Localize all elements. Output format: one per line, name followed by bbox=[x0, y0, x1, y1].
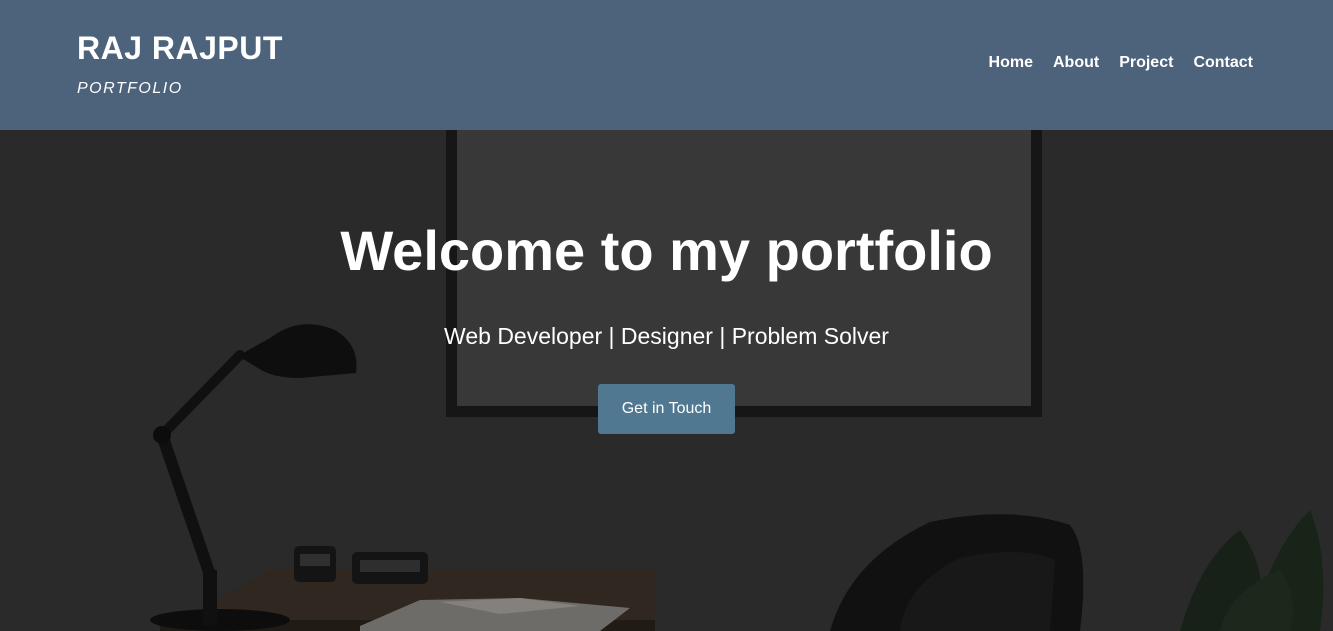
get-in-touch-button[interactable]: Get in Touch bbox=[597, 384, 736, 434]
nav-project-link[interactable]: Project bbox=[1119, 53, 1173, 73]
nav-contact-link[interactable]: Contact bbox=[1193, 53, 1253, 73]
brand: RAJ RAJPUT PORTFOLIO bbox=[77, 30, 283, 98]
hero-title: Welcome to my portfolio bbox=[340, 219, 993, 282]
nav-about-link[interactable]: About bbox=[1053, 53, 1099, 73]
brand-name[interactable]: RAJ RAJPUT bbox=[77, 30, 283, 66]
hero-content: Welcome to my portfolio Web Developer | … bbox=[0, 130, 1333, 434]
hero-subtitle: Web Developer | Designer | Problem Solve… bbox=[444, 323, 889, 349]
nav-home-link[interactable]: Home bbox=[989, 53, 1033, 73]
main-nav: Home About Project Contact bbox=[989, 53, 1253, 73]
site-header: RAJ RAJPUT PORTFOLIO Home About Project … bbox=[0, 0, 1333, 130]
hero-section: Welcome to my portfolio Web Developer | … bbox=[0, 130, 1333, 631]
brand-subtitle: PORTFOLIO bbox=[77, 80, 183, 97]
